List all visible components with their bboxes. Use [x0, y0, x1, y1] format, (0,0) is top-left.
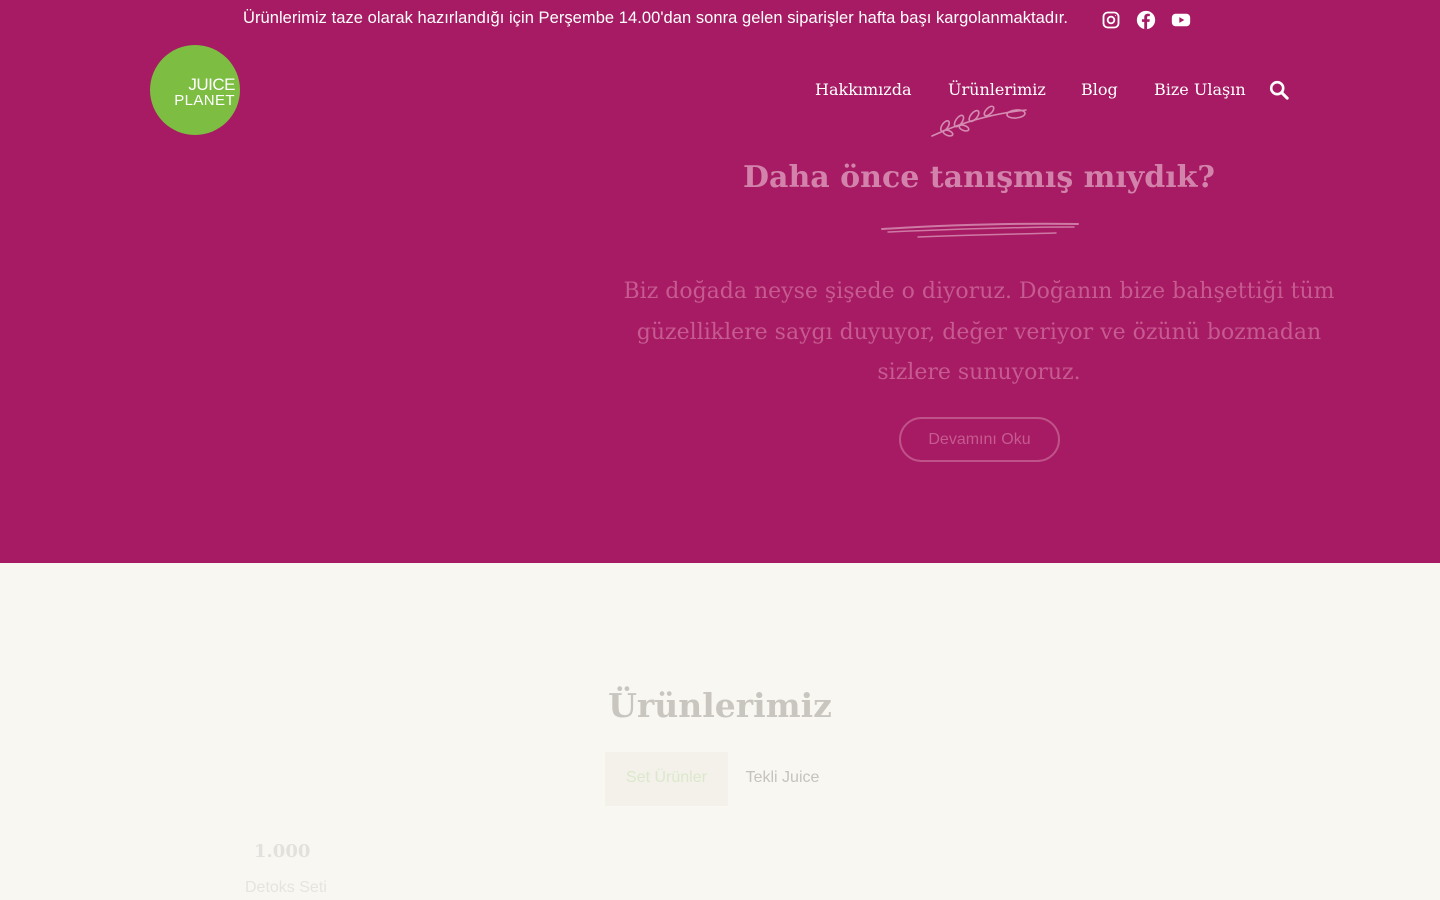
- product-name[interactable]: Detoks Seti: [245, 879, 327, 897]
- facebook-icon[interactable]: [1136, 10, 1156, 30]
- juice-planet-logo[interactable]: JUICE PLANET: [150, 45, 240, 135]
- logo-line-juice: JUICE: [188, 75, 235, 94]
- announcement-text: Ürünlerimiz taze olarak hazırlandığı içi…: [243, 9, 1069, 27]
- product-price: 1.000: [254, 841, 311, 862]
- nav-item-blog[interactable]: Blog: [1081, 80, 1118, 99]
- nav-item-bize-ulasin[interactable]: Bize Ulaşın: [1154, 80, 1246, 99]
- nav-item-urunlerimiz[interactable]: Ürünlerimiz: [948, 80, 1046, 99]
- instagram-icon[interactable]: [1101, 10, 1121, 30]
- search-icon[interactable]: [1269, 80, 1289, 100]
- hero-title-underline-decoration: [881, 222, 1079, 238]
- hero-description: Biz doğada neyse şişede o diyoruz. Doğan…: [623, 279, 1335, 385]
- active-nav-leaf-ornament: [931, 105, 1027, 137]
- announcement-bar: Ürünlerimiz taze olarak hazırlandığı içi…: [0, 0, 1440, 40]
- nav-item-hakkimizda[interactable]: Hakkımızda: [815, 80, 912, 99]
- products-section-title: Ürünlerimiz: [608, 686, 832, 725]
- tab-tekli-juice[interactable]: Tekli Juice: [735, 752, 830, 806]
- hero-section: Ürünlerimiz taze olarak hazırlandığı içi…: [0, 0, 1440, 563]
- read-more-button[interactable]: Devamını Oku: [899, 417, 1060, 462]
- hero-title: Daha önce tanışmış mıydık?: [743, 160, 1215, 195]
- youtube-icon[interactable]: [1171, 10, 1191, 30]
- tab-set-urunler[interactable]: Set Ürünler: [605, 752, 728, 806]
- logo-line-planet: PLANET: [174, 92, 235, 109]
